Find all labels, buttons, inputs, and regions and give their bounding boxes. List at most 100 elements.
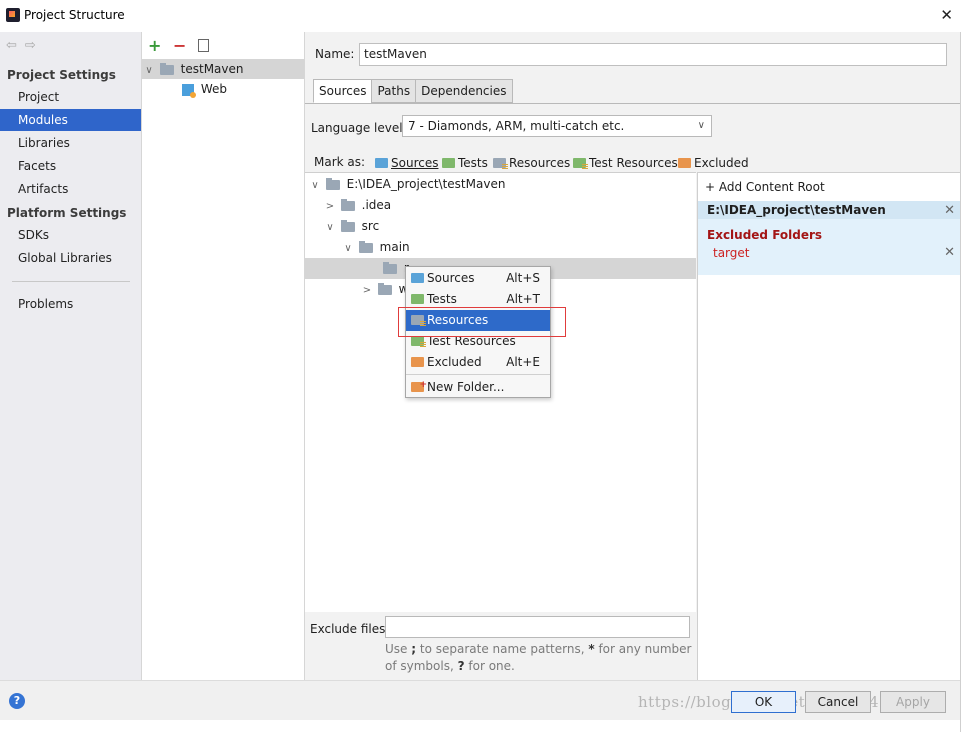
mark-as-test-resources-button[interactable]: Test Resources bbox=[573, 156, 678, 170]
tree-item-label: E:\IDEA_project\testMaven bbox=[346, 177, 506, 191]
mark-as-resources-button[interactable]: Resources bbox=[493, 156, 570, 170]
exclude-files-hint: Use ; to separate name patterns, * for a… bbox=[385, 641, 695, 675]
nav-item-facets[interactable]: Facets bbox=[0, 155, 141, 177]
menu-shortcut: Alt+S bbox=[506, 271, 540, 285]
language-level-label: Language level: bbox=[311, 121, 407, 135]
help-icon[interactable]: ? bbox=[9, 693, 25, 709]
apply-button[interactable]: Apply bbox=[880, 691, 946, 713]
chevron-down-icon[interactable]: ∨ bbox=[341, 238, 355, 259]
modules-toolbar: + − bbox=[148, 36, 209, 55]
nav-item-problems[interactable]: Problems bbox=[0, 293, 141, 315]
nav-item-libraries[interactable]: Libraries bbox=[0, 132, 141, 154]
mark-as-sources-button[interactable]: Sources bbox=[375, 156, 438, 170]
module-folder-icon bbox=[159, 62, 174, 75]
window-title: Project Structure bbox=[24, 8, 125, 22]
ok-button[interactable]: OK bbox=[731, 691, 796, 713]
tab-divider bbox=[305, 103, 960, 104]
content-roots-panel: + Add Content Root E:\IDEA_project\testM… bbox=[697, 172, 961, 680]
nav-item-modules[interactable]: Modules bbox=[0, 109, 141, 131]
mark-resources-label: Resources bbox=[509, 156, 571, 170]
hint-text: for one. bbox=[464, 659, 515, 673]
tree-item-label: src bbox=[361, 219, 380, 233]
mark-test-resources-label: Test Resources bbox=[589, 156, 678, 170]
tree-item-label: .idea bbox=[361, 198, 392, 212]
resources-folder-icon bbox=[493, 158, 508, 169]
mark-as-label: Mark as: bbox=[314, 155, 366, 169]
title-bar: Project Structure ✕ bbox=[0, 0, 973, 32]
mark-as-excluded-button[interactable]: Excluded bbox=[678, 156, 749, 170]
chevron-right-icon[interactable]: > bbox=[323, 196, 337, 217]
web-facet-icon bbox=[182, 83, 196, 98]
name-label: Name: bbox=[315, 47, 355, 61]
chevron-down-icon[interactable]: ∨ bbox=[142, 61, 156, 81]
menu-item-label: Excluded bbox=[427, 355, 482, 369]
remove-excluded-folder-icon[interactable]: ✕ bbox=[944, 245, 955, 260]
folder-icon bbox=[383, 261, 397, 274]
tree-item-idea[interactable]: > .idea bbox=[305, 195, 696, 216]
modules-panel: + − ∨ testMaven Web bbox=[142, 32, 305, 680]
remove-module-button[interactable]: − bbox=[173, 36, 186, 55]
hint-question: ? bbox=[457, 659, 465, 673]
module-name-input[interactable]: testMaven bbox=[359, 43, 947, 66]
add-module-button[interactable]: + bbox=[148, 36, 161, 55]
folder-icon bbox=[340, 198, 355, 211]
sources-folder-icon bbox=[411, 273, 424, 283]
menu-item-label: Sources bbox=[427, 271, 475, 285]
mark-as-tests-button[interactable]: Tests bbox=[442, 156, 488, 170]
excluded-folder-icon bbox=[411, 357, 424, 367]
menu-item-new-folder[interactable]: New Folder... bbox=[406, 375, 550, 398]
chevron-right-icon[interactable]: > bbox=[360, 280, 374, 301]
excluded-folder-icon bbox=[678, 158, 691, 168]
mark-sources-label: Sources bbox=[391, 156, 439, 170]
folder-icon bbox=[358, 240, 373, 253]
tree-item-label: main bbox=[379, 240, 410, 254]
content-root-header: E:\IDEA_project\testMaven ✕ bbox=[698, 201, 961, 219]
menu-item-sources[interactable]: Sources Alt+S bbox=[406, 268, 550, 289]
remove-content-root-icon[interactable]: ✕ bbox=[944, 202, 955, 220]
platform-settings-header: Platform Settings bbox=[7, 206, 127, 220]
nav-item-global-libraries[interactable]: Global Libraries bbox=[0, 247, 141, 269]
close-window-button[interactable]: ✕ bbox=[940, 6, 953, 24]
back-forward-arrows-icon[interactable]: ⇦⇨ bbox=[6, 38, 44, 53]
hint-text: Use bbox=[385, 642, 412, 656]
module-tree-item-web[interactable]: Web bbox=[142, 79, 304, 99]
content-root-card: E:\IDEA_project\testMaven ✕ Excluded Fol… bbox=[698, 201, 961, 275]
settings-navigation: ⇦⇨ Project Settings Project Modules Libr… bbox=[0, 32, 142, 680]
nav-item-project[interactable]: Project bbox=[0, 86, 141, 108]
folder-icon bbox=[340, 219, 355, 232]
hint-text: to separate name patterns, bbox=[416, 642, 589, 656]
language-level-select[interactable]: 7 - Diamonds, ARM, multi-catch etc. ∨ bbox=[402, 115, 712, 137]
excluded-folder-item: target bbox=[713, 246, 750, 260]
menu-item-label: New Folder... bbox=[427, 380, 505, 394]
tab-paths[interactable]: Paths bbox=[371, 79, 416, 103]
add-content-root-button[interactable]: + Add Content Root bbox=[705, 180, 825, 194]
tree-item-main[interactable]: ∨ main bbox=[305, 237, 696, 258]
exclude-files-input[interactable] bbox=[385, 616, 690, 638]
tab-dependencies[interactable]: Dependencies bbox=[415, 79, 513, 103]
exclude-files-label: Exclude files: bbox=[310, 622, 390, 636]
tree-item-src[interactable]: ∨ src bbox=[305, 216, 696, 237]
nav-item-artifacts[interactable]: Artifacts bbox=[0, 178, 141, 200]
mark-excluded-label: Excluded bbox=[694, 156, 749, 170]
tree-item-root[interactable]: ∨ E:\IDEA_project\testMaven bbox=[305, 174, 696, 195]
cancel-button[interactable]: Cancel bbox=[805, 691, 871, 713]
nav-item-sdks[interactable]: SDKs bbox=[0, 224, 141, 246]
chevron-down-icon[interactable]: ∨ bbox=[323, 217, 337, 238]
dialog-button-bar: ? https://blog.csdn.net/qq_37840130 OK C… bbox=[0, 680, 960, 720]
chevron-down-icon[interactable]: ∨ bbox=[308, 175, 322, 196]
menu-shortcut: Alt+E bbox=[506, 355, 540, 369]
intellij-logo-icon bbox=[6, 8, 20, 22]
excluded-folders-header: Excluded Folders bbox=[707, 228, 823, 242]
sources-folder-icon bbox=[375, 158, 388, 168]
menu-item-excluded[interactable]: Excluded Alt+E bbox=[406, 352, 550, 373]
language-level-value: 7 - Diamonds, ARM, multi-catch etc. bbox=[408, 119, 625, 133]
facet-label: Web bbox=[200, 82, 227, 96]
mark-tests-label: Tests bbox=[458, 156, 488, 170]
folder-icon bbox=[377, 282, 392, 295]
module-editor: Name: testMaven Sources Paths Dependenci… bbox=[305, 32, 961, 680]
module-tree-item-testmaven[interactable]: ∨ testMaven bbox=[142, 59, 304, 79]
copy-module-icon[interactable] bbox=[197, 39, 209, 52]
tests-folder-icon bbox=[411, 294, 424, 304]
module-label: testMaven bbox=[180, 62, 244, 76]
tab-sources[interactable]: Sources bbox=[313, 79, 372, 103]
